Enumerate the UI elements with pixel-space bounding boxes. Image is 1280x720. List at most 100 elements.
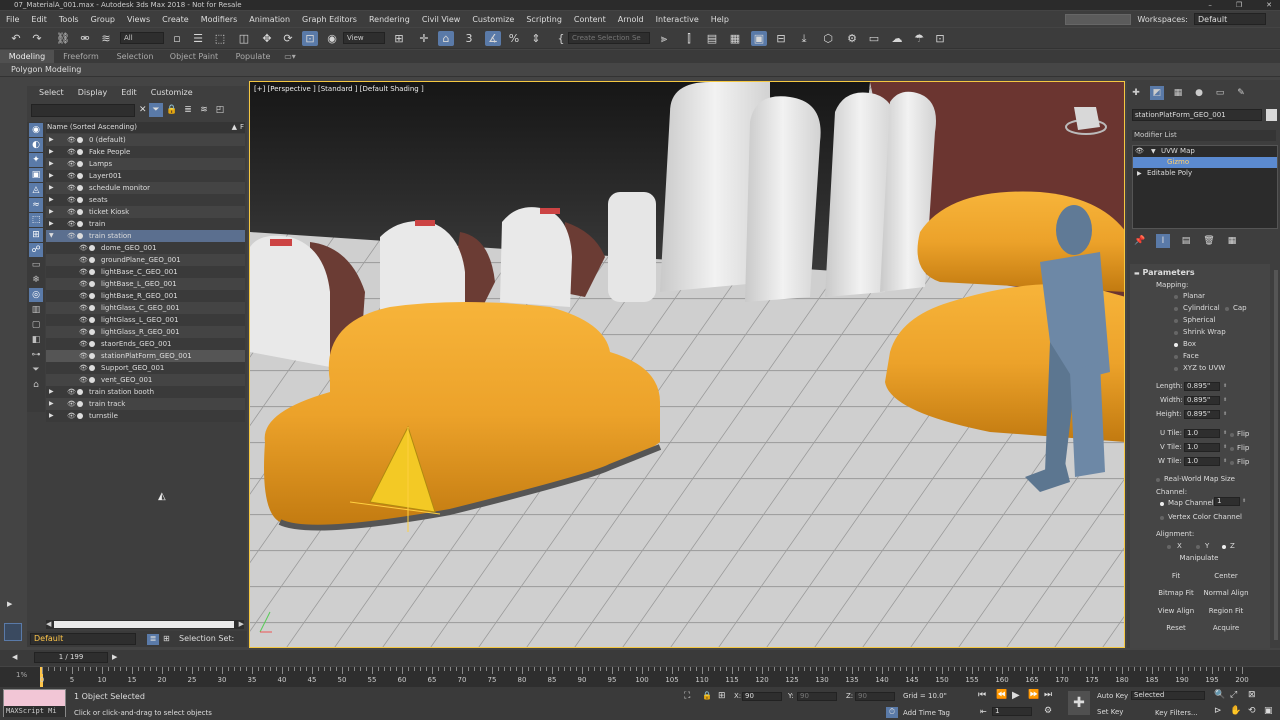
current-layer-dropdown[interactable]: Default: [30, 633, 136, 645]
ribbon-options-icon[interactable]: ▭▾: [280, 50, 300, 63]
time-config-icon[interactable]: ⚙: [1044, 706, 1052, 716]
length-field[interactable]: 0.895": [1184, 382, 1220, 391]
auto-key-button[interactable]: Auto Key: [1097, 692, 1128, 700]
key-mode-dropdown[interactable]: Selected: [1131, 691, 1205, 700]
display-bones-icon[interactable]: ☍: [29, 243, 43, 257]
reference-coordinate-dropdown[interactable]: View: [343, 32, 385, 44]
display-lights-icon[interactable]: ✦: [29, 153, 43, 167]
selection-lock-icon[interactable]: 🔒: [702, 691, 712, 700]
eye-icon[interactable]: 👁: [79, 242, 88, 254]
close-icon[interactable]: ✕: [1266, 0, 1272, 10]
object-row[interactable]: 👁 stationPlatForm_GEO_001: [46, 350, 245, 362]
object-name-field[interactable]: stationPlatForm_GEO_001: [1132, 109, 1262, 121]
expand-arrow-icon[interactable]: ▶: [49, 146, 57, 158]
menu-graph-editors[interactable]: Graph Editors: [296, 15, 363, 24]
make-unique-icon[interactable]: ▤: [1179, 234, 1193, 248]
perspective-viewport[interactable]: [+] [Perspective ] [Standard ] [Default …: [249, 81, 1125, 648]
width-field[interactable]: 0.895": [1184, 396, 1220, 405]
expand-arrow-icon[interactable]: ▶: [49, 398, 57, 410]
radio-box[interactable]: [1174, 343, 1178, 347]
link-icon[interactable]: ⛓: [55, 31, 71, 46]
length-spinner-icon[interactable]: ⬍: [1223, 383, 1227, 389]
v-tile-spinner-icon[interactable]: ⬍: [1223, 444, 1227, 450]
time-tag-icon[interactable]: ⏱: [886, 707, 898, 718]
w-tile-field[interactable]: 1.0: [1184, 457, 1220, 466]
menu-scripting[interactable]: Scripting: [520, 15, 568, 24]
redo-icon[interactable]: ↷: [29, 31, 45, 46]
height-field[interactable]: 0.895": [1184, 410, 1220, 419]
display-shapes-icon[interactable]: ◐: [29, 138, 43, 152]
isolate-selection-icon[interactable]: ⛶: [684, 691, 690, 701]
track-bar[interactable]: 1% 0 5 10 15 20 25 30 35 40 45 50 55 60 65 70 75 80 85 90 9…: [0, 667, 1280, 687]
eye-icon[interactable]: 👁: [67, 146, 76, 158]
unlink-icon[interactable]: ⚮: [77, 31, 93, 46]
layer-row[interactable]: ▶ 👁 train: [46, 218, 245, 230]
motion-tab-icon[interactable]: ●: [1192, 86, 1206, 100]
object-row[interactable]: 👁 lightGlass_L_GEO_001: [46, 314, 245, 326]
viewport-label[interactable]: [+] [Perspective ] [Standard ] [Default …: [254, 85, 424, 93]
y-field[interactable]: 90: [797, 692, 837, 701]
z-field[interactable]: 90: [855, 692, 895, 701]
current-frame-field[interactable]: 1: [992, 707, 1032, 716]
selection-filter-dropdown[interactable]: All: [120, 32, 164, 44]
acquire-button[interactable]: Acquire: [1202, 622, 1250, 635]
ribbon-toggle-icon[interactable]: ▣: [751, 31, 767, 46]
modify-tab-icon[interactable]: ◩: [1150, 86, 1164, 100]
pin-stack-icon[interactable]: 📌: [1133, 234, 1147, 248]
expand-arrow-icon[interactable]: ▶: [49, 410, 57, 422]
display-helpers-icon[interactable]: ◬: [29, 183, 43, 197]
pivot-center-icon[interactable]: ⊞: [391, 31, 407, 46]
object-color-swatch[interactable]: [1266, 109, 1277, 121]
menu-views[interactable]: Views: [121, 15, 156, 24]
material-editor-icon[interactable]: ⬡: [820, 31, 836, 46]
select-object-icon[interactable]: ▫: [169, 31, 185, 46]
remove-modifier-icon[interactable]: 🗑: [1202, 234, 1216, 248]
display-containers-icon[interactable]: ▭: [29, 258, 43, 272]
configure-modifier-sets-icon[interactable]: ▦: [1225, 234, 1239, 248]
eye-icon[interactable]: 👁: [79, 290, 88, 302]
filter-icon[interactable]: ⏷: [149, 103, 163, 117]
explorer-menu-edit[interactable]: Edit: [121, 86, 137, 100]
expand-arrow-icon[interactable]: ▶: [49, 182, 57, 194]
time-slider[interactable]: ◀ 1 / 199 ▶: [0, 650, 1280, 666]
eye-icon[interactable]: 👁: [67, 170, 76, 182]
display-hidden-icon[interactable]: ◎: [29, 288, 43, 302]
spinner-snap-icon[interactable]: ⇕: [528, 31, 544, 46]
eye-icon[interactable]: 👁: [79, 302, 88, 314]
zoom-icon[interactable]: 🔍: [1214, 690, 1225, 700]
layer-row[interactable]: ▶ 👁 0 (default): [46, 134, 245, 146]
radio-align-x[interactable]: [1167, 545, 1171, 549]
slider-right-icon[interactable]: ▶: [112, 653, 117, 661]
menu-interactive[interactable]: Interactive: [650, 15, 705, 24]
eye-icon[interactable]: 👁: [79, 374, 88, 386]
previous-frame-icon[interactable]: ⏪: [996, 690, 1007, 700]
menu-modifiers[interactable]: Modifiers: [195, 15, 244, 24]
display-children-icon[interactable]: ⊶: [29, 348, 43, 362]
expand-arrow-icon[interactable]: ▶: [49, 218, 57, 230]
map-channel-spinner-icon[interactable]: ⬍: [1242, 498, 1246, 504]
zoom-all-icon[interactable]: ⤢: [1230, 690, 1237, 700]
tab-selection[interactable]: Selection: [108, 50, 162, 63]
v-tile-field[interactable]: 1.0: [1184, 443, 1220, 452]
mirror-icon[interactable]: ⫸: [656, 31, 672, 46]
set-key-icon[interactable]: ✚: [1068, 691, 1090, 715]
align-icon[interactable]: ⫿: [681, 31, 697, 46]
render-iterative-icon[interactable]: ☂: [911, 31, 927, 46]
display-xrefs-icon[interactable]: ⊞: [29, 228, 43, 242]
next-frame-icon[interactable]: ⏩: [1028, 690, 1039, 700]
window-crossing-icon[interactable]: ◫: [236, 31, 252, 46]
layer-row[interactable]: ▶ 👁 train track: [46, 398, 245, 410]
display-none-icon[interactable]: ▢: [29, 318, 43, 332]
object-row[interactable]: 👁 lightGlass_C_GEO_001: [46, 302, 245, 314]
angle-snap-icon[interactable]: ∡: [485, 31, 501, 46]
radio-cylindrical[interactable]: [1174, 307, 1178, 311]
scroll-left-icon[interactable]: ◀: [46, 620, 51, 628]
zoom-extents-icon[interactable]: ⊠: [1248, 690, 1256, 700]
map-channel-field[interactable]: 1: [1214, 497, 1240, 506]
selection-set-dropdown[interactable]: Create Selection Se: [568, 32, 650, 44]
expand-arrow-icon[interactable]: ▶: [49, 170, 57, 182]
modifier-list-dropdown[interactable]: Modifier List: [1132, 130, 1276, 141]
layer-explorer-icon[interactable]: ▦: [727, 31, 743, 46]
display-all-icon[interactable]: ▥: [29, 303, 43, 317]
menu-help[interactable]: Help: [705, 15, 735, 24]
